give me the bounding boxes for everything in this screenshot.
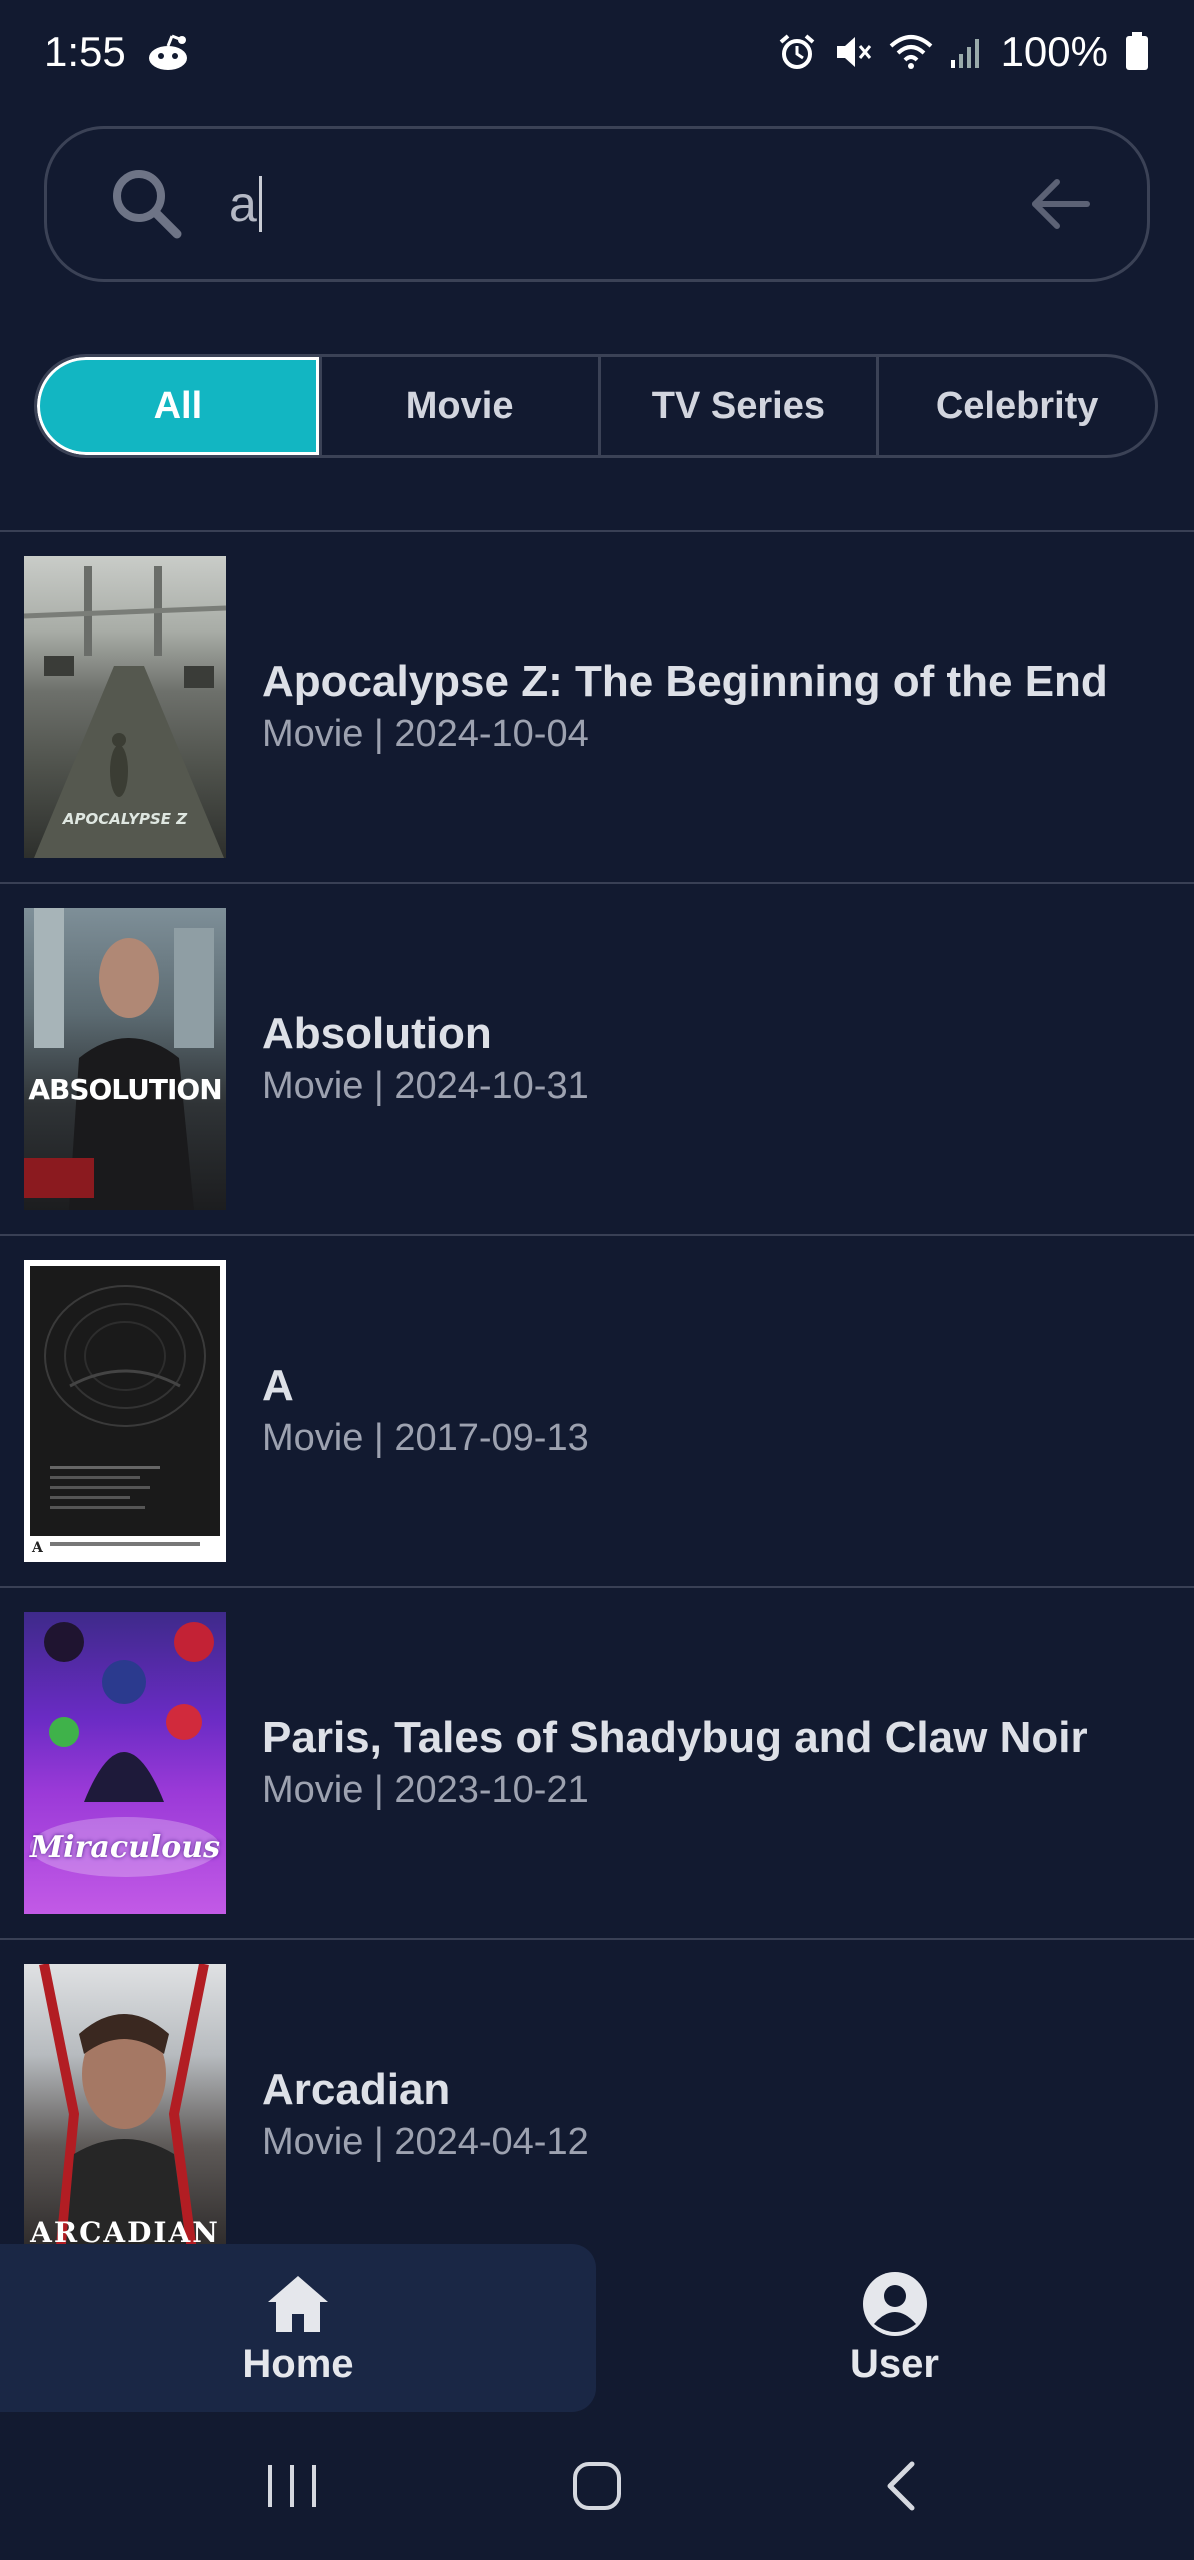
item-meta: Movie | 2017-09-13 [262,1417,589,1459]
search-input-text: a [229,176,257,232]
poster-title: ABSOLUTION [28,1073,222,1106]
item-text: Arcadian Movie | 2024-04-12 [262,2063,589,2167]
tab-movie[interactable]: Movie [318,357,598,455]
tab-celebrity[interactable]: Celebrity [876,357,1155,455]
recent-apps-button[interactable] [252,2446,332,2526]
status-right: 100% [777,28,1150,76]
poster-image: ABSOLUTION [24,908,226,1210]
nav-user[interactable]: User [596,2244,1193,2412]
home-button[interactable] [557,2446,637,2526]
poster-title: APOCALYPSE Z [62,810,188,828]
status-bar: 1:55 100% [0,0,1194,104]
search-input[interactable]: a [229,175,1025,233]
home-circle-icon [572,2462,621,2510]
search-bar[interactable]: a [44,126,1150,282]
nav-user-label: User [850,2341,939,2386]
item-text: Paris, Tales of Shadybug and Claw Noir M… [262,1711,1088,1815]
signal-icon [949,34,985,70]
status-time: 1:55 [44,28,126,75]
item-meta: Movie | 2024-04-12 [262,2121,589,2163]
back-button[interactable] [862,2446,942,2526]
poster-image: Miraculous [24,1612,226,1914]
home-icon [268,2275,328,2332]
item-meta: Movie | 2024-10-04 [262,713,589,755]
poster-title: Miraculous [29,1830,221,1865]
status-left: 1:55 [44,28,190,76]
poster-title: A [32,1540,43,1556]
poster-image: ARCADIAN [24,1964,226,2250]
filter-tabs: All Movie TV Series Celebrity [34,354,1158,458]
item-text: Absolution Movie | 2024-10-31 [262,1007,589,1111]
item-title: Apocalypse Z: The Beginning of the End [262,657,1108,706]
nav-home-label: Home [242,2341,354,2386]
item-title: Absolution [262,1009,492,1058]
recent-apps-icon [268,2465,317,2507]
item-text: Apocalypse Z: The Beginning of the End M… [262,655,1108,759]
list-item[interactable]: A A Movie | 2017-09-13 [0,1236,1194,1588]
results-list: APOCALYPSE Z Apocalypse Z: The Beginning… [0,530,1194,2250]
tab-all[interactable]: All [37,357,319,455]
mute-icon [833,32,873,72]
item-title: A [262,1361,294,1410]
item-text: A Movie | 2017-09-13 [262,1359,589,1463]
battery-icon [1124,32,1150,72]
list-item[interactable]: Miraculous Paris, Tales of Shadybug and … [0,1588,1194,1940]
bottom-nav: Home User [0,2244,1194,2412]
tab-tv-series[interactable]: TV Series [597,357,877,455]
item-title: Arcadian [262,2065,451,2114]
battery-percent: 100% [1000,28,1108,75]
reddit-icon [146,32,190,72]
user-icon [862,2271,927,2336]
list-item[interactable]: APOCALYPSE Z Apocalypse Z: The Beginning… [0,532,1194,884]
item-meta: Movie | 2023-10-21 [262,1769,589,1811]
search-icon [113,170,182,239]
poster-image: A [24,1260,226,1562]
poster-image: APOCALYPSE Z [24,556,226,858]
back-chevron-icon [887,2461,915,2511]
item-title: Paris, Tales of Shadybug and Claw Noir [262,1713,1088,1762]
wifi-icon [889,34,933,70]
list-item[interactable]: ARCADIAN Arcadian Movie | 2024-04-12 [0,1940,1194,2250]
item-meta: Movie | 2024-10-31 [262,1065,589,1107]
alarm-icon [777,32,817,72]
system-nav-bar [0,2412,1194,2560]
list-item[interactable]: ABSOLUTION Absolution Movie | 2024-10-31 [0,884,1194,1236]
back-arrow-icon[interactable] [1025,168,1097,240]
nav-home[interactable]: Home [0,2244,596,2412]
text-caret [258,176,262,232]
